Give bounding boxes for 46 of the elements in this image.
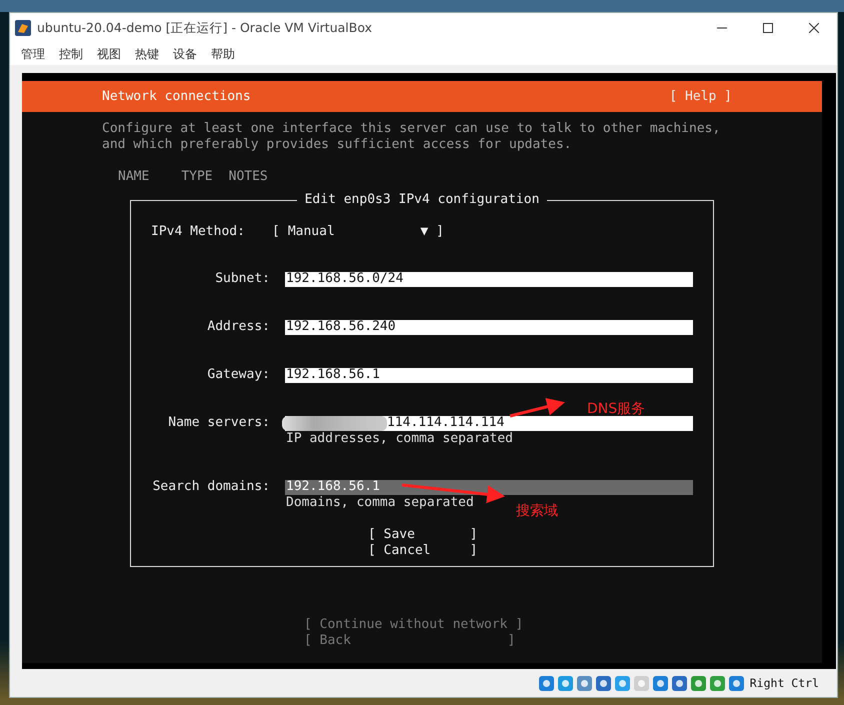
field-label: Gateway: <box>206 367 270 383</box>
method-dropdown[interactable]: [ Manual ▼ ] <box>272 224 444 240</box>
column-header: NOTES <box>228 169 268 185</box>
field-hint: Domains, comma separated <box>286 495 474 511</box>
method-label: IPv4 Method: <box>151 224 246 240</box>
field-label: Address: <box>206 319 270 335</box>
device-icon[interactable] <box>614 674 631 692</box>
device-icon[interactable] <box>556 674 574 692</box>
device-icon[interactable] <box>728 674 745 692</box>
intro-text: Configure at least one interface this server can use to talk to other machines, and which preferably provides sufficient access for updates. <box>102 121 722 153</box>
device-icon[interactable] <box>670 674 688 692</box>
annotation-text: 搜索域 <box>516 502 558 520</box>
annotation-text: DNS服务 <box>587 400 646 418</box>
dialog-title: Edit enp0s3 IPv4 configuration <box>296 192 548 208</box>
app-icon <box>15 20 31 36</box>
menu-item[interactable]: 控制 <box>52 46 90 62</box>
menu-item[interactable]: 管理 <box>14 46 52 62</box>
field-label: Subnet: <box>214 271 270 287</box>
device-icon[interactable] <box>708 674 726 692</box>
window-title: ubuntu-20.04-demo [正在运行] - Oracle VM VirtualBox <box>37 20 374 36</box>
dialog-button[interactable]: [ Cancel ] <box>368 543 478 559</box>
field-label: Search domains: <box>152 479 270 495</box>
device-icon[interactable] <box>652 674 669 692</box>
device-icon[interactable] <box>594 674 612 692</box>
menu-item[interactable]: 热键 <box>128 46 166 62</box>
annotation-arrow <box>510 398 565 418</box>
input-field[interactable]: 192.168.56.1 <box>285 480 693 494</box>
input-field[interactable]: 192.168.56.0/24 <box>285 272 693 286</box>
input-field[interactable]: 192.168.56.240 <box>285 320 693 334</box>
device-icon[interactable] <box>690 674 707 692</box>
close-icon[interactable] <box>809 23 819 33</box>
column-header: TYPE <box>181 169 213 185</box>
dialog-button[interactable]: [ Save ] <box>368 527 478 543</box>
device-icon[interactable] <box>576 674 593 692</box>
maximize-icon[interactable] <box>763 23 773 33</box>
menu-item[interactable]: 设备 <box>166 46 204 62</box>
column-header: NAME <box>118 169 150 185</box>
menu-item[interactable]: 视图 <box>90 46 128 62</box>
header-title: Network connections <box>102 88 251 104</box>
device-icon[interactable] <box>538 674 555 692</box>
menu-item[interactable]: 帮助 <box>204 46 242 62</box>
host-key-label: Right Ctrl <box>750 676 819 690</box>
field-label: Name servers: <box>167 415 270 431</box>
input-field[interactable]: 192.168.56.1 <box>285 368 693 382</box>
field-hint: IP addresses, comma separated <box>286 431 513 447</box>
input-field[interactable]: 114.114.114.114 <box>285 416 693 430</box>
